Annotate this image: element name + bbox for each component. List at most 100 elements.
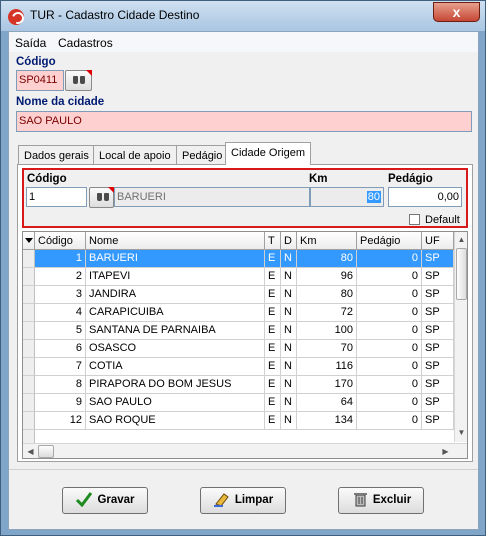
cell-km: 72	[297, 304, 357, 322]
table-row[interactable]: 3 JANDIRA E N 80 0 SP	[23, 286, 454, 304]
row-indicator[interactable]	[23, 394, 35, 411]
cell-d: N	[281, 358, 297, 376]
table-row[interactable]: 7 COTIA E N 116 0 SP	[23, 358, 454, 376]
table-row[interactable]: 1 BARUERI E N 80 0 SP	[23, 250, 454, 268]
horizontal-scrollbar[interactable]: ◀ ▶	[23, 443, 467, 458]
app-window: TUR - Cadastro Cidade Destino x Saída Ca…	[0, 0, 486, 536]
menu-item-cadastros[interactable]: Cadastros	[58, 36, 113, 50]
sort-arrow-icon	[25, 238, 33, 243]
cell-nome: OSASCO	[86, 340, 265, 358]
tab-dados-gerais[interactable]: Dados gerais	[18, 145, 95, 165]
cell-uf: SP	[422, 286, 454, 304]
cell-t: E	[265, 376, 281, 394]
cell-d: N	[281, 412, 297, 430]
binoculars-icon	[73, 76, 85, 85]
trash-icon	[351, 491, 369, 507]
cell-codigo: 4	[35, 304, 86, 322]
codigo-field[interactable]: SP0411	[16, 70, 64, 91]
default-checkbox[interactable]	[409, 214, 420, 225]
row-indicator[interactable]	[23, 322, 35, 339]
table-row[interactable]: 8 PIRAPORA DO BOM JESUS E N 170 0 SP	[23, 376, 454, 394]
col-pedagio[interactable]: Pedágio	[357, 232, 422, 250]
excluir-button[interactable]: Excluir	[338, 487, 424, 514]
limpar-button[interactable]: Limpar	[200, 487, 286, 514]
search-codigo-button[interactable]	[65, 70, 92, 91]
cell-t: E	[265, 322, 281, 340]
tab-panel-cidade-origem: Código 1 BARUERI Km 80 Pedágio 0,00 Defa…	[17, 164, 473, 462]
cell-t: E	[265, 340, 281, 358]
title-bar[interactable]: TUR - Cadastro Cidade Destino x	[1, 1, 485, 31]
table-row[interactable]: 9 SAO PAULO E N 64 0 SP	[23, 394, 454, 412]
scroll-thumb[interactable]	[38, 445, 54, 458]
cell-nome: SANTANA DE PARNAIBA	[86, 322, 265, 340]
cell-d: N	[281, 376, 297, 394]
nome-cidade-field[interactable]: SAO PAULO	[16, 111, 472, 132]
cell-t: E	[265, 358, 281, 376]
table-row[interactable]: 6 OSASCO E N 70 0 SP	[23, 340, 454, 358]
gravar-button[interactable]: Gravar	[62, 487, 148, 514]
cell-pedagio: 0	[357, 394, 422, 412]
cell-pedagio: 0	[357, 268, 422, 286]
client-area: Saída Cadastros Código SP0411 Nome da ci…	[8, 31, 479, 530]
grid-header: Código Nome T D Km Pedágio UF	[23, 232, 454, 250]
cell-km: 64	[297, 394, 357, 412]
checkmark-icon	[75, 491, 93, 508]
col-codigo[interactable]: Código	[35, 232, 86, 250]
cell-codigo: 5	[35, 322, 86, 340]
scroll-thumb[interactable]	[456, 248, 467, 300]
col-km[interactable]: Km	[297, 232, 357, 250]
tab-pedagio[interactable]: Pedágio	[176, 145, 229, 165]
cell-km: 80	[297, 286, 357, 304]
scroll-left-icon[interactable]: ◀	[24, 445, 37, 458]
cell-nome: ITAPEVI	[86, 268, 265, 286]
row-indicator[interactable]	[23, 304, 35, 321]
table-row[interactable]: 2 ITAPEVI E N 96 0 SP	[23, 268, 454, 286]
pedagio-field[interactable]: 0,00	[388, 187, 462, 207]
cell-codigo: 1	[35, 250, 86, 268]
menu-item-saida[interactable]: Saída	[15, 36, 46, 50]
search-origem-button[interactable]	[89, 187, 114, 208]
row-indicator[interactable]	[23, 358, 35, 375]
row-indicator[interactable]	[23, 286, 35, 303]
origem-editor: Código 1 BARUERI Km 80 Pedágio 0,00 Defa…	[22, 168, 468, 228]
cell-uf: SP	[422, 250, 454, 268]
cell-t: E	[265, 250, 281, 268]
vertical-scrollbar[interactable]: ▲ ▼	[454, 232, 467, 442]
tab-cidade-origem[interactable]: Cidade Origem	[225, 142, 311, 165]
scroll-down-icon[interactable]: ▼	[455, 426, 467, 439]
row-indicator[interactable]	[23, 268, 35, 285]
row-indicator[interactable]	[23, 340, 35, 357]
row-indicator[interactable]	[23, 412, 35, 429]
origem-codigo-field[interactable]: 1	[26, 187, 87, 207]
tab-local-de-apoio[interactable]: Local de apoio	[93, 145, 177, 165]
cell-km: 134	[297, 412, 357, 430]
table-row[interactable]: 4 CARAPICUIBA E N 72 0 SP	[23, 304, 454, 322]
col-d[interactable]: D	[281, 232, 297, 250]
cell-pedagio: 0	[357, 286, 422, 304]
cell-t: E	[265, 268, 281, 286]
close-button[interactable]: x	[433, 2, 480, 22]
origem-grid: Código Nome T D Km Pedágio UF 1 BARUERI E N…	[22, 231, 468, 459]
scroll-up-icon[interactable]: ▲	[455, 233, 467, 246]
km-value: 80	[366, 191, 381, 203]
cell-km: 116	[297, 358, 357, 376]
cell-uf: SP	[422, 358, 454, 376]
cell-km: 70	[297, 340, 357, 358]
cell-d: N	[281, 250, 297, 268]
table-row[interactable]: 12 SAO ROQUE E N 134 0 SP	[23, 412, 454, 430]
cell-uf: SP	[422, 412, 454, 430]
col-nome[interactable]: Nome	[86, 232, 265, 250]
km-field[interactable]: 80	[310, 187, 384, 207]
col-uf[interactable]: UF	[422, 232, 454, 250]
default-label: Default	[425, 214, 460, 226]
limpar-label: Limpar	[234, 494, 274, 506]
cell-uf: SP	[422, 394, 454, 412]
codigo-label: Código	[16, 56, 56, 68]
table-row[interactable]: 5 SANTANA DE PARNAIBA E N 100 0 SP	[23, 322, 454, 340]
scroll-right-icon[interactable]: ▶	[439, 445, 452, 458]
col-t[interactable]: T	[265, 232, 281, 250]
cell-t: E	[265, 286, 281, 304]
app-logo-icon	[8, 9, 24, 25]
row-indicator[interactable]	[23, 250, 35, 267]
row-indicator[interactable]	[23, 376, 35, 393]
